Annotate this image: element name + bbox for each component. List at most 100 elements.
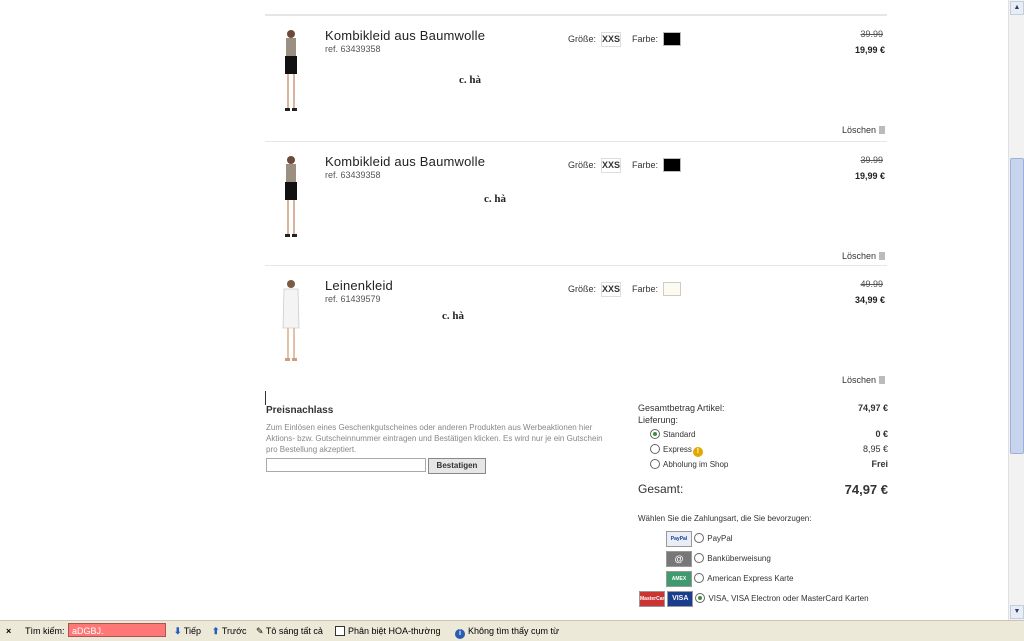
promo-title: Preisnachlass <box>266 405 334 416</box>
arrow-up-icon: ⬆ <box>212 626 220 636</box>
scroll-up-arrow-icon[interactable]: ▲ <box>1010 1 1024 15</box>
delete-label: Löschen <box>841 251 876 261</box>
amex-logo-icon: AMEX <box>666 571 692 587</box>
delete-button[interactable]: Löschen <box>842 251 885 261</box>
highlighter-icon: ✎ <box>256 626 264 636</box>
scroll-down-arrow-icon[interactable]: ▼ <box>1010 605 1024 619</box>
size-value[interactable]: XXS <box>601 32 621 47</box>
at-sign-icon: @ <box>666 551 692 567</box>
radio-paypal[interactable] <box>694 533 705 544</box>
info-icon[interactable]: ! <box>692 447 703 457</box>
delete-button[interactable]: Löschen <box>842 125 885 135</box>
delivery-option-label: Abholung im Shop <box>663 460 729 469</box>
find-prev-button[interactable]: ⬆ Trước <box>212 626 246 637</box>
payment-label: PayPal <box>707 534 733 544</box>
product-name[interactable]: Leinenkleid <box>325 278 393 293</box>
cart-item: Kombikleid aus Baumwolle ref. 63439358 c… <box>265 15 887 140</box>
items-total-label: Gesamtbetrag Artikel: <box>638 403 725 413</box>
radio-amex[interactable] <box>694 573 705 584</box>
trash-icon <box>879 252 885 260</box>
match-case-checkbox[interactable] <box>335 626 345 636</box>
delivery-option-value: 0 € <box>875 429 888 439</box>
voucher-input[interactable] <box>266 458 426 472</box>
payment-method-transfer[interactable]: @ Banküberweisung <box>666 551 771 567</box>
sale-price: 19,99 € <box>854 45 885 55</box>
delivery-option-pickup[interactable]: Abholung im Shop Frei <box>650 459 888 473</box>
payment-method-amex[interactable]: AMEX American Express Karte <box>666 571 794 587</box>
annotation-note: c. hà <box>459 74 481 86</box>
radio-card[interactable] <box>695 593 706 604</box>
trash-icon <box>879 126 885 134</box>
payment-label: VISA, VISA Electron oder MasterCard Kart… <box>708 594 869 604</box>
trash-icon <box>879 376 885 384</box>
match-case-toggle[interactable]: Phân biệt HOA-thường <box>335 626 440 636</box>
arrow-down-icon: ⬇ <box>174 626 182 636</box>
highlight-all-button[interactable]: ✎ Tô sáng tất cả <box>256 626 323 637</box>
match-case-label: Phân biệt HOA-thường <box>348 626 441 636</box>
delete-label: Löschen <box>841 125 876 135</box>
sale-price: 34,99 € <box>854 295 885 305</box>
delivery-option-express[interactable]: Express! 8,95 € <box>650 444 888 458</box>
color-label: Farbe: <box>632 284 659 294</box>
product-thumbnail[interactable] <box>275 278 307 364</box>
delivery-option-label: Standard <box>663 430 696 439</box>
delivery-option-label: Express <box>663 445 692 454</box>
size-label: Größe: <box>568 284 597 294</box>
delete-button[interactable]: Löschen <box>842 375 885 385</box>
items-total-value: 74,97 € <box>857 403 888 413</box>
vertical-scrollbar[interactable]: ▲ ▼ <box>1008 0 1024 620</box>
promo-description: Zum Einlösen eines Geschenkgutscheines o… <box>266 423 603 454</box>
radio-pickup[interactable] <box>650 459 660 469</box>
page-content: Kombikleid aus Baumwolle ref. 63439358 c… <box>0 0 1008 620</box>
find-input[interactable]: aDGBJ. <box>68 623 166 637</box>
delivery-option-standard[interactable]: Standard 0 € <box>650 429 888 443</box>
delivery-label: Lieferung: <box>638 415 679 425</box>
visa-logo-icon: VISA <box>667 591 694 607</box>
find-label: Tìm kiếm: <box>25 626 65 636</box>
product-thumbnail[interactable] <box>275 154 307 240</box>
payment-method-card[interactable]: MasterCard VISA VISA, VISA Electron oder… <box>639 591 869 607</box>
payment-label: Banküberweisung <box>707 554 771 564</box>
product-thumbnail[interactable] <box>275 28 307 114</box>
payment-method-paypal[interactable]: PayPal PayPal <box>666 531 733 547</box>
delivery-option-value: 8,95 € <box>862 444 888 454</box>
close-icon[interactable]: × <box>6 626 11 636</box>
grand-total-value: 74,97 € <box>844 482 888 497</box>
size-label: Größe: <box>568 34 597 44</box>
find-status-text: Không tìm thấy cụm từ <box>468 626 560 636</box>
product-name[interactable]: Kombikleid aus Baumwolle <box>325 28 485 43</box>
size-value[interactable]: XXS <box>601 158 621 173</box>
info-icon: i <box>455 629 465 639</box>
color-label: Farbe: <box>632 160 659 170</box>
radio-standard[interactable] <box>650 429 660 439</box>
color-swatch <box>663 32 681 46</box>
radio-express[interactable] <box>650 444 660 454</box>
scrollbar-thumb[interactable] <box>1010 158 1024 454</box>
annotation-note: c. hà <box>442 310 464 322</box>
cart-item: Kombikleid aus Baumwolle ref. 63439358 c… <box>265 141 887 266</box>
promo-section: Preisnachlass Zum Einlösen eines Geschen… <box>266 405 606 474</box>
find-bar: × Tìm kiếm: aDGBJ. ⬇ Tiếp ⬆ Trước ✎ Tô s… <box>0 620 1024 641</box>
radio-transfer[interactable] <box>694 553 705 564</box>
find-next-button[interactable]: ⬇ Tiếp <box>174 626 201 637</box>
payment-label: American Express Karte <box>707 574 794 584</box>
old-price: 39.99 <box>860 155 883 165</box>
grand-total-row: Gesamt: 74,97 € <box>638 482 888 497</box>
find-prev-label: Trước <box>221 626 247 636</box>
confirm-voucher-button[interactable]: Bestatigen <box>428 458 486 474</box>
color-swatch <box>663 282 681 296</box>
old-price: 49.99 <box>860 279 883 289</box>
cart-item: Leinenkleid ref. 61439579 c. hà Größe: X… <box>265 265 887 390</box>
product-name[interactable]: Kombikleid aus Baumwolle <box>325 154 485 169</box>
color-label: Farbe: <box>632 34 659 44</box>
product-ref: ref. 63439358 <box>325 44 381 54</box>
find-next-label: Tiếp <box>183 626 202 636</box>
delivery-row: Lieferung: <box>638 415 888 429</box>
size-value[interactable]: XXS <box>601 282 621 297</box>
delete-label: Löschen <box>841 375 876 385</box>
old-price: 39.99 <box>860 29 883 39</box>
delivery-option-value: Frei <box>871 459 888 469</box>
highlight-label: Tô sáng tất cả <box>265 626 323 636</box>
mastercard-logo-icon: MasterCard <box>639 591 668 607</box>
annotation-note: c. hà <box>484 193 506 205</box>
